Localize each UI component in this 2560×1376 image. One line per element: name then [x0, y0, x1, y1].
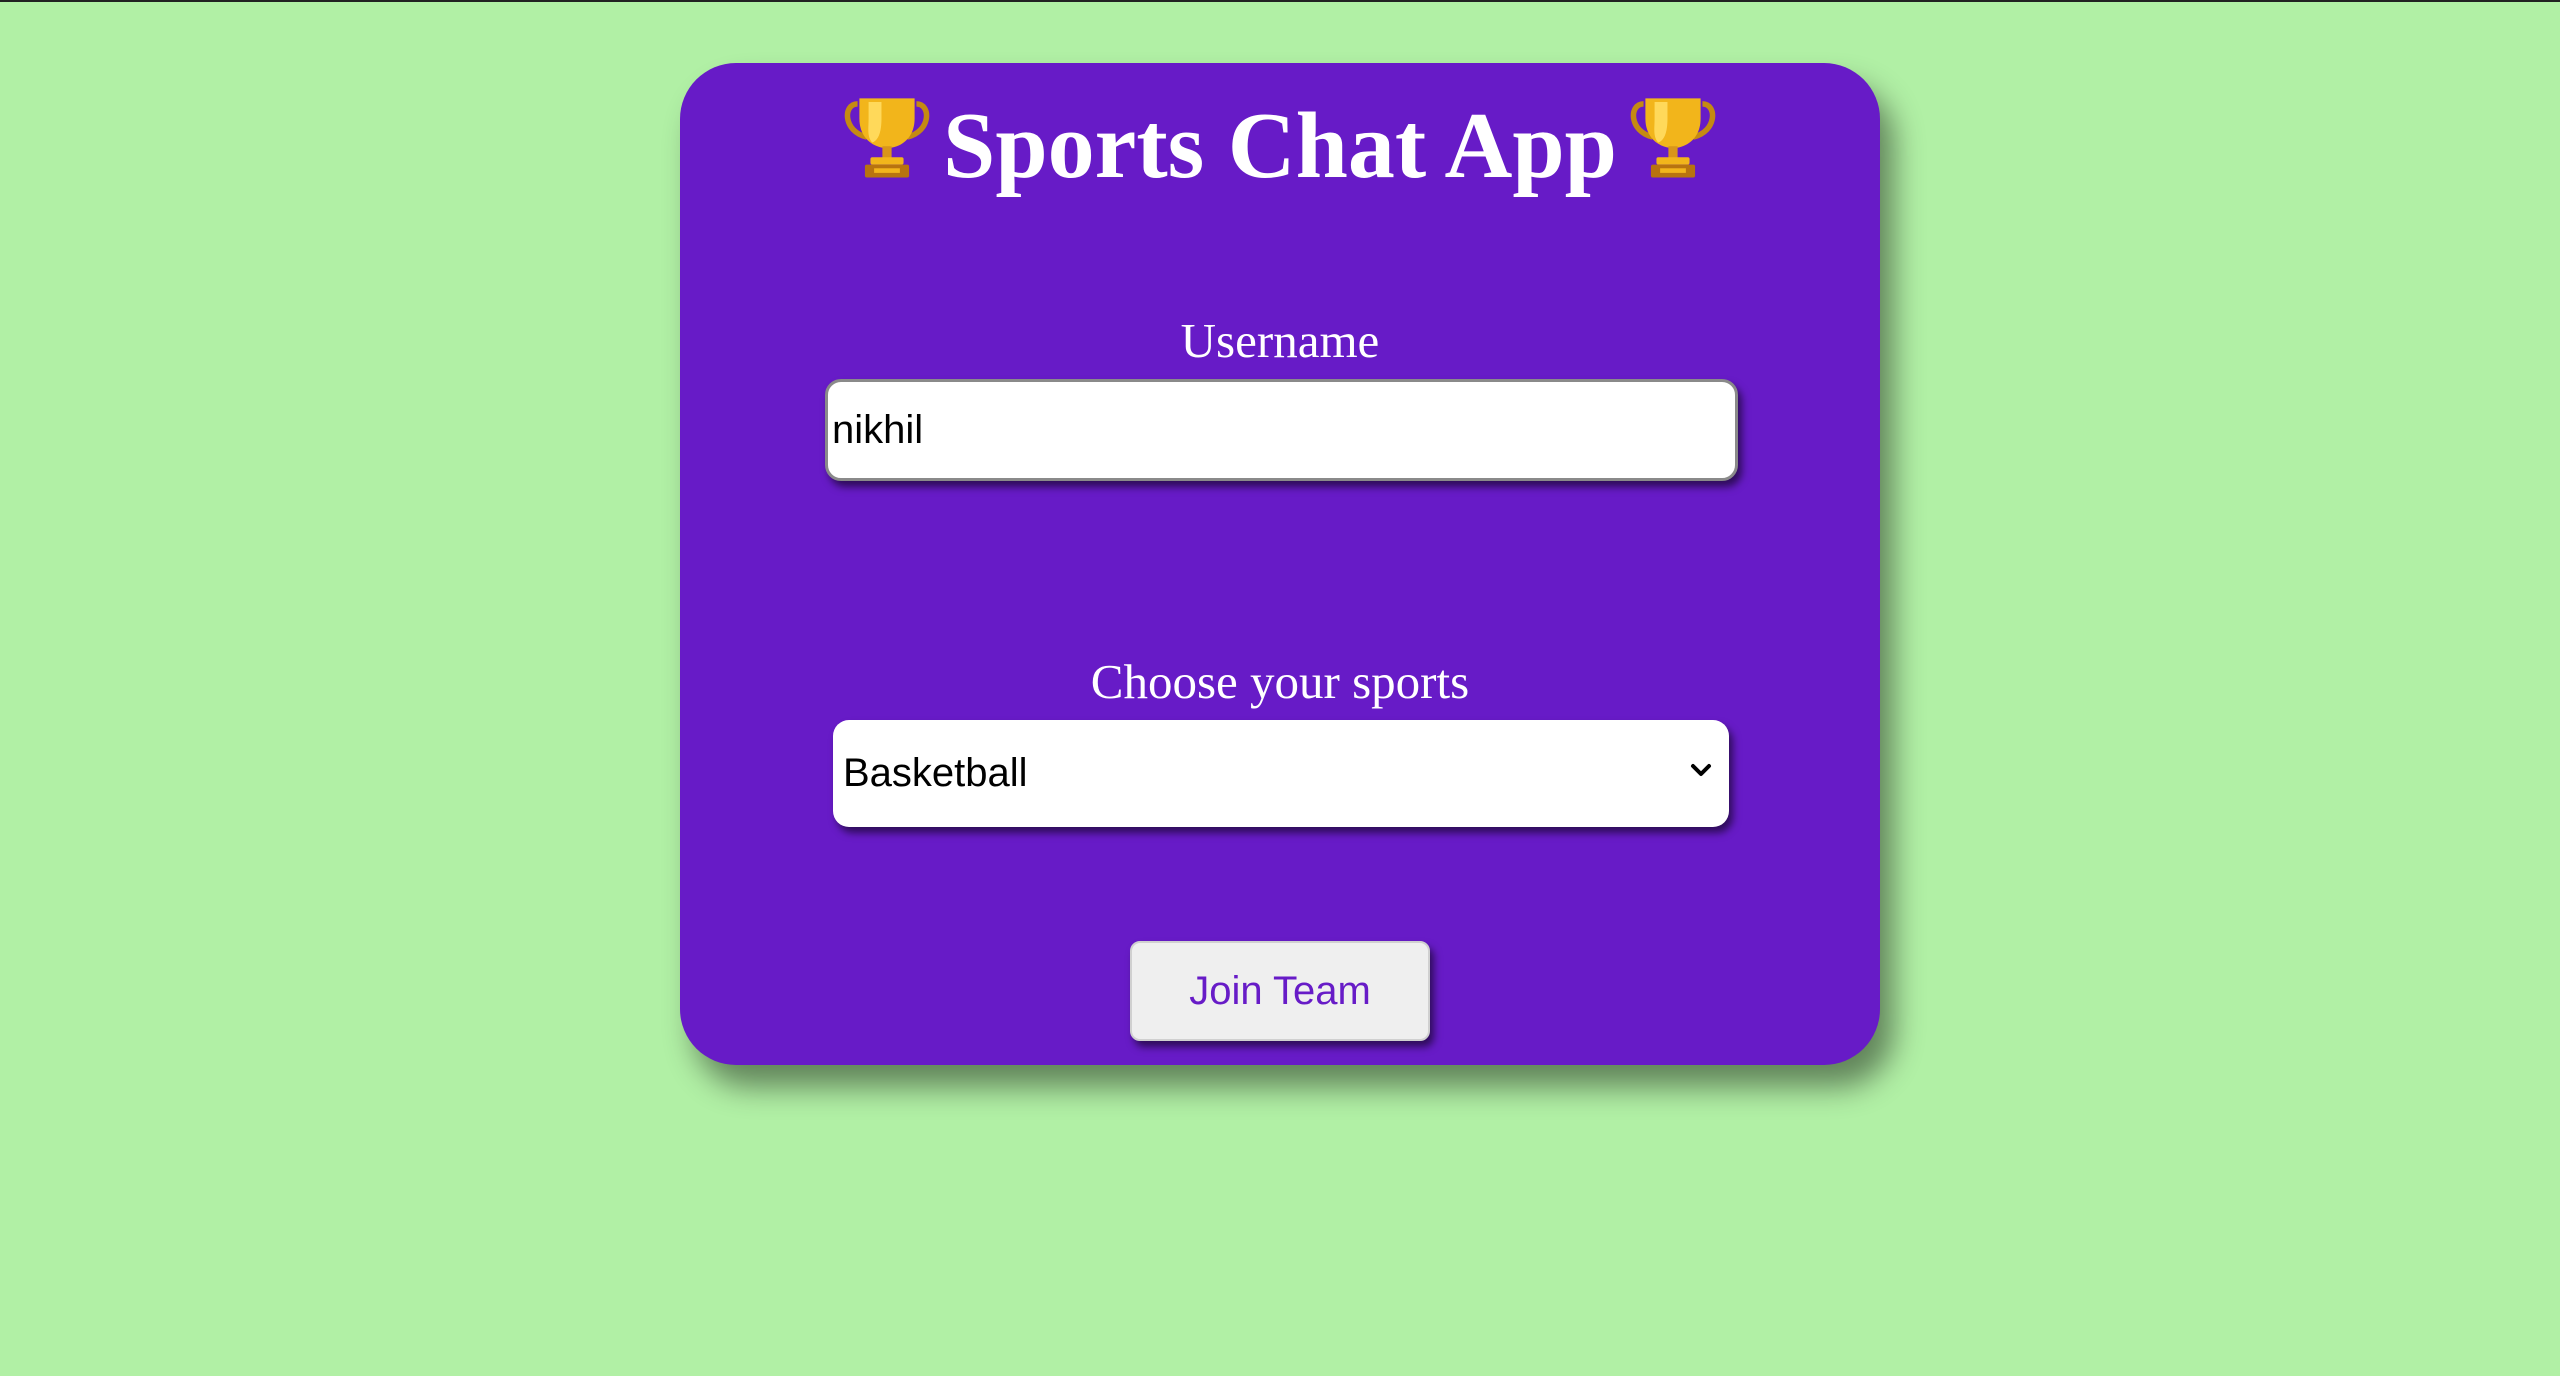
- sports-select[interactable]: Basketball: [833, 720, 1729, 827]
- sports-label: Choose your sports: [1090, 654, 1470, 709]
- join-team-button[interactable]: Join Team: [1130, 941, 1430, 1041]
- username-input[interactable]: [825, 379, 1738, 481]
- chevron-down-icon: [1691, 764, 1711, 776]
- sports-select-value: Basketball: [843, 751, 1028, 795]
- login-card: Sports Chat App Username Choose your spo…: [680, 63, 1880, 1065]
- trophy-icon: [1630, 98, 1716, 178]
- trophy-icon: [844, 98, 930, 178]
- username-label: Username: [1180, 313, 1380, 368]
- page-title: Sports Chat App: [680, 81, 1880, 211]
- app-title-text: Sports Chat App: [943, 94, 1617, 198]
